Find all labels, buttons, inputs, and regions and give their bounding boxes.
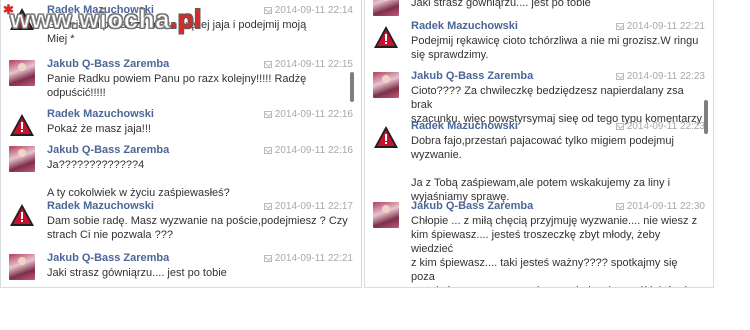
message-icon <box>263 111 272 118</box>
sender-name[interactable]: Radek Mazuchowski <box>47 200 154 212</box>
message-text: Chłopie ... z miłą chęcią przyjmuję wyzw… <box>411 215 698 287</box>
timestamp: 2014-09-11 22:14 <box>263 5 353 16</box>
profile-photo-avatar[interactable] <box>373 0 399 16</box>
timestamp: 2014-09-11 22:21 <box>263 253 353 264</box>
sender-name[interactable]: Radek Mazuchowski <box>411 20 518 32</box>
left-conversation-panel: Radek Mazuchowski 2014-09-11 22:14 Gówni… <box>0 0 362 288</box>
timestamp: 2014-09-11 22:21 <box>615 21 705 32</box>
sender-name[interactable]: Jakub Q-Bass Zaremba <box>411 200 533 212</box>
timestamp: 2014-09-11 22:23 <box>615 121 705 132</box>
warning-icon <box>373 24 399 50</box>
profile-photo-avatar[interactable] <box>373 202 399 228</box>
timestamp: 2014-09-11 22:23 <box>615 71 705 82</box>
sender-name[interactable]: Jakub Q-Bass Zaremba <box>411 70 533 82</box>
timestamp: 2014-09-11 22:17 <box>263 201 353 212</box>
message-text: Jaki strasz gówniąrzu.... jest po tobie <box>411 0 591 9</box>
sender-name[interactable]: Jakub Q-Bass Zaremba <box>47 252 169 264</box>
watermark-logo: www.wiocha.pl <box>9 4 202 35</box>
profile-photo-avatar[interactable] <box>373 72 399 98</box>
message-icon <box>263 255 272 262</box>
timestamp: 2014-09-11 22:16 <box>263 145 353 156</box>
message-icon <box>615 73 624 80</box>
sender-name[interactable]: Radek Mazuchowski <box>411 120 518 132</box>
message-text: Pokaż że masz jaja!!! <box>47 123 151 135</box>
message-text: Dam sobie radę. Masz wyzwanie na poście,… <box>47 215 348 241</box>
right-conversation-panel: Jaki strasz gówniąrzu.... jest po tobie … <box>364 0 714 288</box>
message-text: Jaki strasz gówniąrzu.... jest po tobie <box>47 267 227 279</box>
warning-icon <box>9 112 35 138</box>
message-icon <box>263 147 272 154</box>
message-text: Ja?????????????4 A ty cokolwiek w życiu … <box>47 159 230 199</box>
sender-name[interactable]: Jakub Q-Bass Zaremba <box>47 144 169 156</box>
sender-name[interactable]: Radek Mazuchowski <box>47 108 154 120</box>
scrollbar-thumb[interactable] <box>350 72 354 102</box>
profile-photo-avatar[interactable] <box>9 254 35 280</box>
timestamp: 2014-09-11 22:15 <box>263 59 353 70</box>
message-icon <box>615 123 624 130</box>
message-icon <box>615 23 624 30</box>
message-icon <box>263 7 272 14</box>
warning-icon <box>9 202 35 228</box>
timestamp: 2014-09-11 22:16 <box>263 109 353 120</box>
message-text: Podejmij rękawicę cioto tchórzliwa a nie… <box>411 35 699 61</box>
message-icon <box>263 61 272 68</box>
warning-icon <box>373 124 399 150</box>
scrollbar-thumb[interactable] <box>704 100 708 134</box>
message-icon <box>615 203 624 210</box>
sender-name[interactable]: Jakub Q-Bass Zaremba <box>47 58 169 70</box>
message-text: Panie Radku powiem Panu po razx kolejny!… <box>47 73 307 99</box>
profile-photo-avatar[interactable] <box>9 146 35 172</box>
profile-photo-avatar[interactable] <box>9 60 35 86</box>
timestamp: 2014-09-11 22:30 <box>615 201 705 212</box>
message-text: Dobra fajo,przestań pajacować tylko migi… <box>411 135 674 203</box>
message-icon <box>263 203 272 210</box>
